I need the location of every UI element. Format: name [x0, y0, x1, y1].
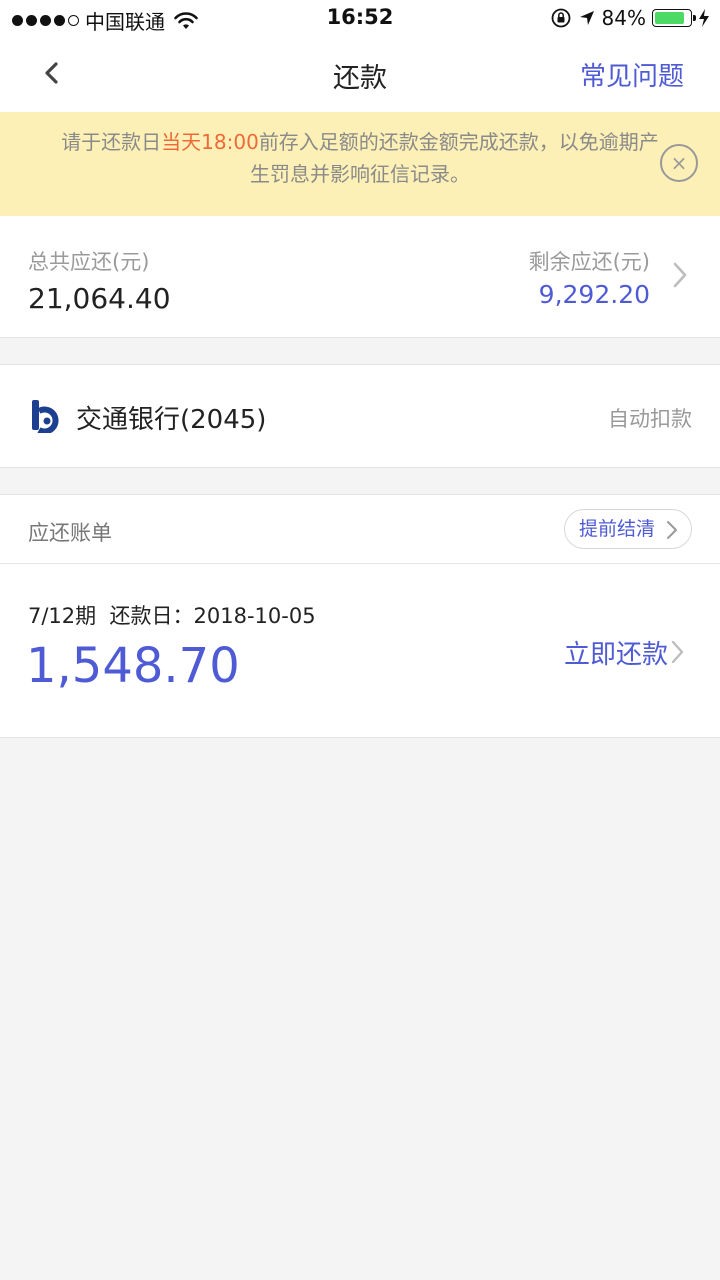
early-payoff-label: 提前结清 [578, 518, 655, 540]
notice-highlight: 当天18:00 [161, 130, 259, 154]
remaining-due-value: 9,292.20 [538, 280, 650, 309]
chevron-right-icon [673, 262, 687, 288]
bank-card-row[interactable]: 交通银行(2045) 自动扣款 [0, 364, 720, 468]
early-payoff-button[interactable]: 提前结清 [563, 509, 692, 549]
notice-text-before: 请于还款日 [61, 130, 162, 154]
bill-item: 7/12期 还款日：2018-10-05 1,548.70 立即还款 [0, 564, 720, 738]
battery-percent: 84% [601, 6, 646, 30]
bill-period-number: 7/12期 [28, 604, 97, 628]
bills-header: 应还账单 提前结清 [0, 494, 720, 564]
navigation-bar: 还款 常见问题 [0, 36, 720, 112]
chevron-right-icon [667, 521, 677, 539]
orientation-lock-icon [551, 8, 570, 28]
due-date-label: 还款日： [109, 604, 194, 628]
status-bar: 中国联通 16:52 84% [0, 0, 720, 36]
battery-level-fill [655, 12, 684, 24]
bill-amount: 1,548.70 [26, 638, 240, 694]
total-due-label: 总共应还(元) [28, 250, 150, 274]
location-arrow-icon [579, 11, 594, 25]
chevron-right-icon[interactable] [668, 638, 686, 666]
repayment-summary[interactable]: 总共应还(元) 21,064.40 剩余应还(元) 9,292.20 [0, 216, 720, 338]
status-bar-right: 84% [550, 6, 710, 30]
notice-banner: 请于还款日当天18:00前存入足额的还款金额完成还款，以免逾期产生罚息并影响征信… [0, 112, 720, 216]
auto-debit-label: 自动扣款 [608, 407, 692, 431]
notice-text: 请于还款日当天18:00前存入足额的还款金额完成还款，以免逾期产生罚息并影响征信… [60, 126, 660, 190]
total-due-value: 21,064.40 [28, 282, 171, 315]
faq-link[interactable]: 常见问题 [580, 56, 684, 93]
bills-title: 应还账单 [28, 521, 112, 545]
battery-icon [652, 9, 696, 27]
bank-name: 交通银行(2045) [76, 405, 267, 435]
bill-period: 7/12期 还款日：2018-10-05 [28, 600, 316, 630]
charging-bolt-icon [699, 9, 709, 27]
bocom-logo-icon [32, 400, 59, 433]
remaining-due-label: 剩余应还(元) [528, 250, 650, 274]
close-circle-icon[interactable]: × [660, 144, 698, 182]
pay-now-button[interactable]: 立即还款 [564, 634, 668, 671]
due-date-value: 2018-10-05 [193, 604, 316, 628]
notice-text-after: 前存入足额的还款金额完成还款，以免逾期产生罚息并影响征信记录。 [250, 130, 659, 186]
